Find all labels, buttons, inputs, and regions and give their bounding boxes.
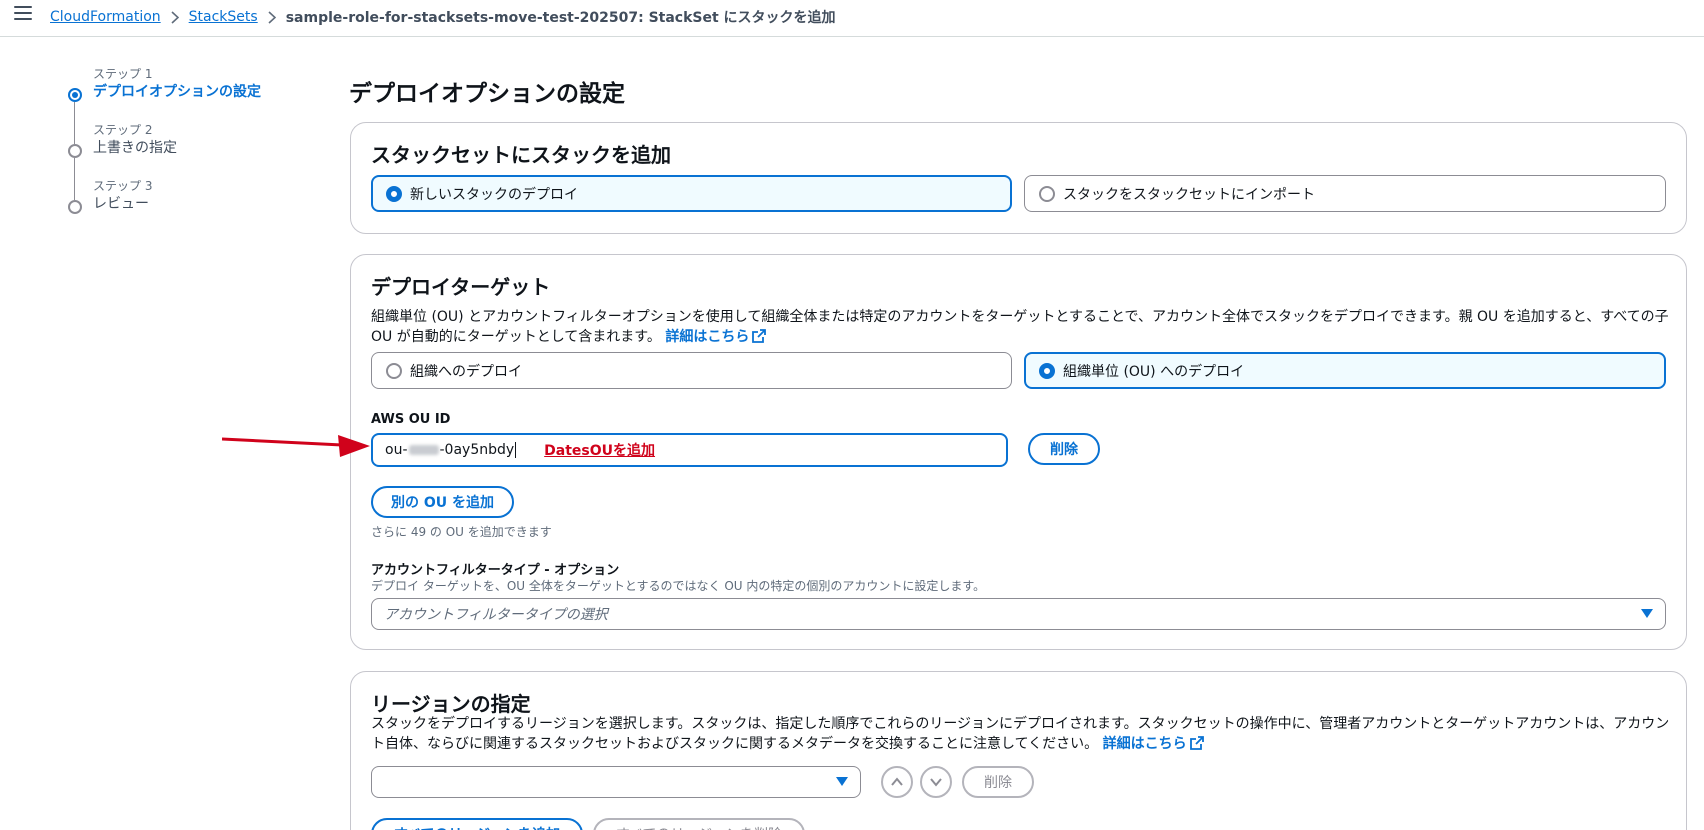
external-link-icon <box>752 329 767 343</box>
step-number: ステップ 2 <box>93 123 153 137</box>
step-label: 上書きの指定 <box>93 140 177 156</box>
chevron-right-icon <box>171 10 179 24</box>
breadcrumb-cloudformation[interactable]: CloudFormation <box>50 9 161 25</box>
move-up-button[interactable] <box>881 766 913 798</box>
learn-more-link[interactable]: 詳細はこちら <box>1103 736 1204 752</box>
import-stacks-tile[interactable]: スタックをスタックセットにインポート <box>1024 175 1666 212</box>
annotation-note: DatesOUを追加 <box>544 443 656 459</box>
step-indicator-icon <box>68 144 82 158</box>
move-down-button[interactable] <box>920 766 952 798</box>
text-cursor <box>515 442 517 458</box>
chevron-right-icon <box>268 10 276 24</box>
page-title: デプロイオプションの設定 <box>349 81 625 107</box>
wizard-step-2: ステップ 2 上書きの指定 <box>68 122 308 200</box>
ou-id-input[interactable]: ou- -0ay5nbdy DatesOUを追加 <box>371 433 1008 467</box>
top-navigation: CloudFormation StackSets sample-role-for… <box>0 0 1704 37</box>
radio-icon[interactable] <box>386 362 402 379</box>
wizard-step-1[interactable]: ステップ 1 デプロイオプションの設定 <box>68 66 308 144</box>
add-another-ou-button[interactable]: 別の OU を追加 <box>371 486 514 518</box>
radio-selected-icon[interactable] <box>1039 362 1055 379</box>
deploy-to-organization-tile[interactable]: 組織へのデプロイ <box>371 352 1012 389</box>
external-link-icon <box>1189 736 1204 750</box>
account-filter-select[interactable]: アカウントフィルタータイプの選択 <box>371 598 1666 630</box>
deploy-to-ou-tile[interactable]: 組織単位 (OU) へのデプロイ <box>1024 352 1666 389</box>
breadcrumb-stacksets[interactable]: StackSets <box>189 9 258 25</box>
remove-all-regions-button[interactable]: すべてのリージョンを削除 <box>593 818 805 830</box>
breadcrumb: CloudFormation StackSets sample-role-for… <box>50 7 836 27</box>
add-all-regions-button[interactable]: すべてのリージョンを追加 <box>371 818 583 830</box>
wizard-step-3: ステップ 3 レビュー <box>68 178 308 234</box>
regions-description: スタックをデプロイするリージョンを選択します。スタックは、指定した順序でこれらの… <box>371 714 1671 754</box>
step-indicator-icon <box>68 88 82 102</box>
chevron-up-icon <box>891 777 903 786</box>
learn-more-label: 詳細はこちら <box>1102 736 1187 752</box>
regions-title: リージョンの指定 <box>371 692 531 716</box>
wizard-steps: ステップ 1 デプロイオプションの設定 ステップ 2 上書きの指定 ステップ 3… <box>68 66 308 234</box>
radio-selected-icon[interactable] <box>386 185 402 202</box>
remove-ou-button[interactable]: 削除 <box>1028 433 1100 465</box>
radio-icon[interactable] <box>1039 185 1055 202</box>
tile-label: スタックをスタックセットにインポート <box>1063 186 1315 203</box>
step-number: ステップ 3 <box>93 179 153 193</box>
tile-label: 組織へのデプロイ <box>410 363 522 380</box>
remove-region-button[interactable]: 削除 <box>962 766 1034 798</box>
red-arrow <box>222 435 370 457</box>
account-filter-label: アカウントフィルタータイプ - オプション <box>371 563 620 578</box>
chevron-down-icon <box>930 778 942 787</box>
account-filter-hint: デプロイ ターゲットを、OU 全体をターゲットとするのではなく OU 内の特定の… <box>371 579 986 593</box>
step-indicator-icon <box>68 200 82 214</box>
regions-container: リージョンの指定 スタックをデプロイするリージョンを選択します。スタックは、指定… <box>350 671 1687 830</box>
ou-id-prefix: ou- <box>385 442 408 458</box>
learn-more-link[interactable]: 詳細はこちら <box>665 329 767 345</box>
select-placeholder: アカウントフィルタータイプの選択 <box>384 607 608 623</box>
deploy-new-stacks-tile[interactable]: 新しいスタックのデプロイ <box>371 175 1012 212</box>
description-text: スタックをデプロイするリージョンを選択します。スタックは、指定した順序でこれらの… <box>371 716 1670 752</box>
ou-id-label: AWS OU ID <box>371 412 451 427</box>
caret-down-icon <box>1641 609 1653 618</box>
deploy-target-title: デプロイターゲット <box>371 275 551 299</box>
redacted-text <box>408 445 439 455</box>
step-label: レビュー <box>93 196 149 212</box>
add-ou-hint: さらに 49 の OU を追加できます <box>371 525 552 539</box>
tile-label: 組織単位 (OU) へのデプロイ <box>1063 363 1245 380</box>
step-number: ステップ 1 <box>93 67 153 81</box>
learn-more-label: 詳細はこちら <box>665 329 750 345</box>
caret-down-icon <box>836 777 848 786</box>
add-stacks-container: スタックセットにスタックを追加 新しいスタックのデプロイ スタックをスタックセッ… <box>350 122 1687 234</box>
description-text: 組織単位 (OU) とアカウントフィルターオプションを使用して組織全体または特定… <box>371 309 1669 345</box>
region-select[interactable] <box>371 766 861 798</box>
menu-icon[interactable] <box>14 6 32 20</box>
deploy-target-container: デプロイターゲット 組織単位 (OU) とアカウントフィルターオプションを使用し… <box>350 254 1687 650</box>
breadcrumb-current: sample-role-for-stacksets-move-test-2025… <box>285 10 836 26</box>
tile-label: 新しいスタックのデプロイ <box>410 186 578 203</box>
deploy-target-description: 組織単位 (OU) とアカウントフィルターオプションを使用して組織全体または特定… <box>371 307 1671 347</box>
add-stacks-title: スタックセットにスタックを追加 <box>371 143 671 167</box>
ou-id-suffix: -0ay5nbdy <box>439 442 515 458</box>
step-label: デプロイオプションの設定 <box>93 84 261 100</box>
